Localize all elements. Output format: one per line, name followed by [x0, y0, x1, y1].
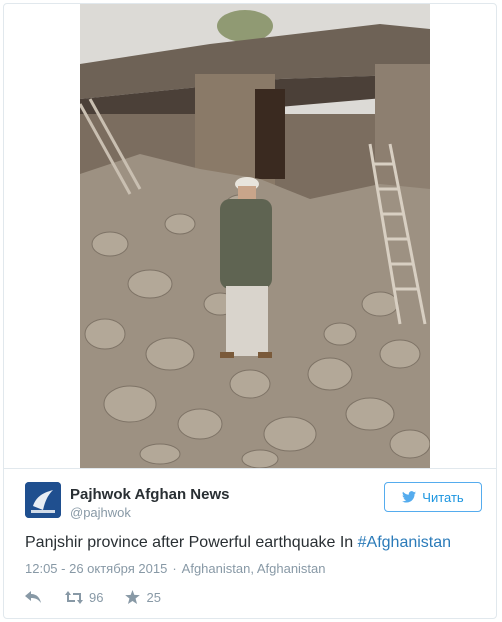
tweet-card: Pajhwok Afghan News @pajhwok Читать Panj…	[3, 3, 497, 619]
retweet-icon	[65, 590, 83, 604]
retweet-count: 96	[89, 589, 104, 605]
follow-button-label: Читать	[422, 489, 464, 505]
follow-button[interactable]: Читать	[384, 482, 482, 512]
like-button[interactable]: 25	[125, 589, 161, 605]
meta-separator: ·	[172, 561, 177, 576]
hashtag-link[interactable]: #Afghanistan	[358, 534, 451, 551]
earthquake-rubble-photo	[80, 4, 430, 468]
like-count: 25	[146, 589, 161, 605]
tweet-photo[interactable]	[80, 4, 430, 468]
tweet-meta: 12:05 - 26 октября 2015 · Afghanistan, Afg…	[25, 561, 326, 576]
tweet-text: Panjshir province after Powerful earthqu…	[25, 534, 451, 552]
author-name[interactable]: Pajhwok Afghan News	[70, 486, 229, 503]
tweet-text-main: Panjshir province after Powerful earthqu…	[25, 534, 358, 551]
author-avatar[interactable]	[25, 482, 61, 518]
retweet-button[interactable]: 96	[65, 590, 103, 605]
pajhwok-logo-icon	[25, 482, 61, 518]
author-handle[interactable]: @pajhwok	[70, 505, 131, 520]
tweet-timestamp[interactable]: 12:05 - 26 октября 2015	[25, 561, 167, 576]
star-icon	[125, 590, 141, 604]
reply-icon	[25, 590, 41, 603]
tweet-actions: 96 25	[25, 588, 161, 606]
media-divider	[4, 468, 496, 469]
reply-button[interactable]	[25, 590, 41, 604]
twitter-bird-icon	[402, 491, 417, 503]
tweet-location[interactable]: Afghanistan, Afghanistan	[182, 561, 326, 576]
